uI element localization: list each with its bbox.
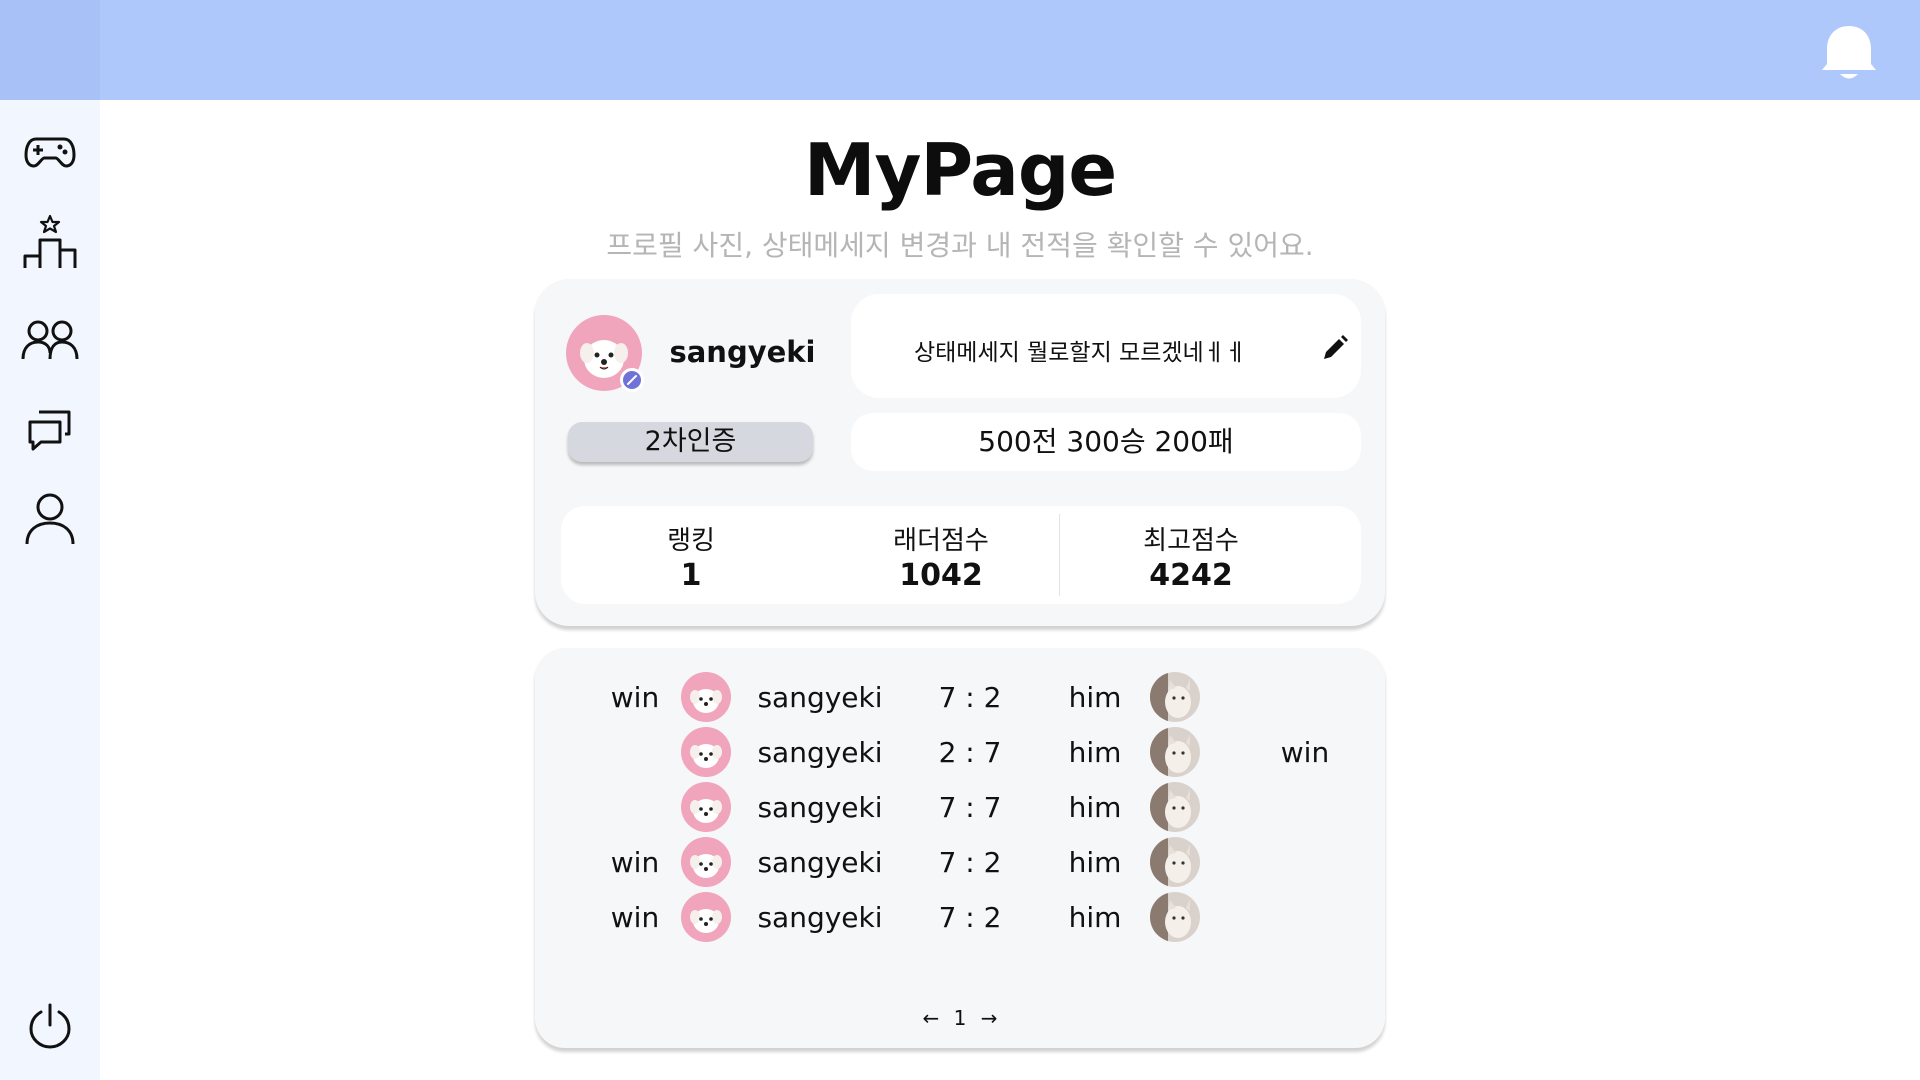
page-title: MyPage (803, 128, 1117, 212)
dog-avatar-icon (681, 892, 731, 942)
stat-label: 최고점수 (1143, 526, 1239, 556)
result-left: win (610, 846, 660, 879)
opponent-name: him (1068, 901, 1122, 934)
result-right: win (1280, 736, 1330, 769)
player-avatar (681, 727, 731, 777)
sidebar-item-ranking[interactable] (20, 212, 80, 272)
user-icon (25, 493, 75, 545)
pencil-icon[interactable] (1320, 333, 1350, 363)
match-score: 7 : 2 (938, 901, 1002, 934)
bell-icon[interactable] (1818, 22, 1880, 84)
player-name: sangyeki (757, 791, 883, 824)
prev-page-button[interactable]: ← (923, 1006, 940, 1030)
power-icon (29, 1003, 71, 1049)
table-row[interactable]: sangyeki 2 : 7 him win (535, 722, 1385, 782)
match-score: 2 : 7 (938, 736, 1002, 769)
sidebar-item-chat[interactable] (20, 400, 80, 460)
opponent-avatar (1150, 782, 1200, 832)
opponent-avatar (1150, 672, 1200, 722)
opponent-name: him (1068, 681, 1122, 714)
player-name: sangyeki (757, 681, 883, 714)
sidebar-item-game[interactable] (20, 121, 80, 181)
opponent-avatar (1150, 892, 1200, 942)
edit-avatar-button[interactable] (620, 368, 644, 392)
pagination: ← 1 → (900, 1006, 1020, 1036)
stat-ranking: 랭킹 1 (561, 506, 821, 604)
win-loss-record: 500전 300승 200패 (851, 413, 1361, 471)
next-page-button[interactable]: → (981, 1006, 998, 1030)
profile-username: sangyeki (669, 335, 816, 369)
ranking-podium-icon (23, 214, 77, 268)
opponent-name: him (1068, 791, 1122, 824)
logout-button[interactable] (20, 996, 80, 1056)
player-avatar (681, 782, 731, 832)
player-avatar (681, 672, 731, 722)
cat-avatar-icon (1150, 892, 1200, 942)
table-row[interactable]: win sangyeki 7 : 2 him (535, 887, 1385, 947)
stat-value: 1042 (899, 558, 983, 593)
pencil-icon (627, 375, 637, 385)
table-row[interactable]: win sangyeki 7 : 2 him (535, 832, 1385, 892)
cat-avatar-icon (1150, 727, 1200, 777)
stat-value: 4242 (1149, 558, 1233, 593)
top-bar (100, 0, 1920, 100)
match-score: 7 : 2 (938, 681, 1002, 714)
opponent-name: him (1068, 736, 1122, 769)
cat-avatar-icon (1150, 837, 1200, 887)
opponent-avatar (1150, 727, 1200, 777)
cat-avatar-icon (1150, 672, 1200, 722)
player-avatar (681, 837, 731, 887)
page-subtitle: 프로필 사진, 상태메세지 변경과 내 전적을 확인할 수 있어요. (606, 229, 1314, 262)
stats-box: 랭킹 1 래더점수 1042 최고점수 4242 (561, 506, 1361, 604)
result-left: win (610, 681, 660, 714)
divider (1059, 514, 1060, 596)
dog-avatar-icon (681, 782, 731, 832)
match-score: 7 : 7 (938, 791, 1002, 824)
topbar-corner (0, 0, 100, 100)
friends-icon (21, 320, 79, 360)
opponent-avatar (1150, 837, 1200, 887)
current-page: 1 (953, 1006, 967, 1030)
match-score: 7 : 2 (938, 846, 1002, 879)
chat-icon (28, 410, 71, 451)
gamepad-icon (24, 137, 76, 168)
player-avatar (681, 892, 731, 942)
stat-value: 1 (680, 558, 702, 593)
result-left: win (610, 901, 660, 934)
sidebar-item-friends[interactable] (20, 310, 80, 370)
sidebar (0, 100, 100, 1080)
stat-best-score: 최고점수 4242 (1061, 506, 1321, 604)
dog-avatar-icon (681, 837, 731, 887)
cat-avatar-icon (1150, 782, 1200, 832)
player-name: sangyeki (757, 846, 883, 879)
table-row[interactable]: sangyeki 7 : 7 him (535, 777, 1385, 837)
sidebar-item-profile[interactable] (20, 489, 80, 549)
player-name: sangyeki (757, 736, 883, 769)
player-name: sangyeki (757, 901, 883, 934)
two-factor-auth-button[interactable]: 2차인증 (568, 422, 813, 462)
stat-label: 래더점수 (893, 526, 989, 556)
dog-avatar-icon (681, 727, 731, 777)
status-message: 상태메세지 뭘로할지 모르겠네ㅔㅔ (913, 340, 1247, 366)
stat-ladder-score: 래더점수 1042 (821, 506, 1061, 604)
opponent-name: him (1068, 846, 1122, 879)
dog-avatar-icon (681, 672, 731, 722)
table-row[interactable]: win sangyeki 7 : 2 him (535, 667, 1385, 727)
stat-label: 랭킹 (667, 526, 715, 556)
